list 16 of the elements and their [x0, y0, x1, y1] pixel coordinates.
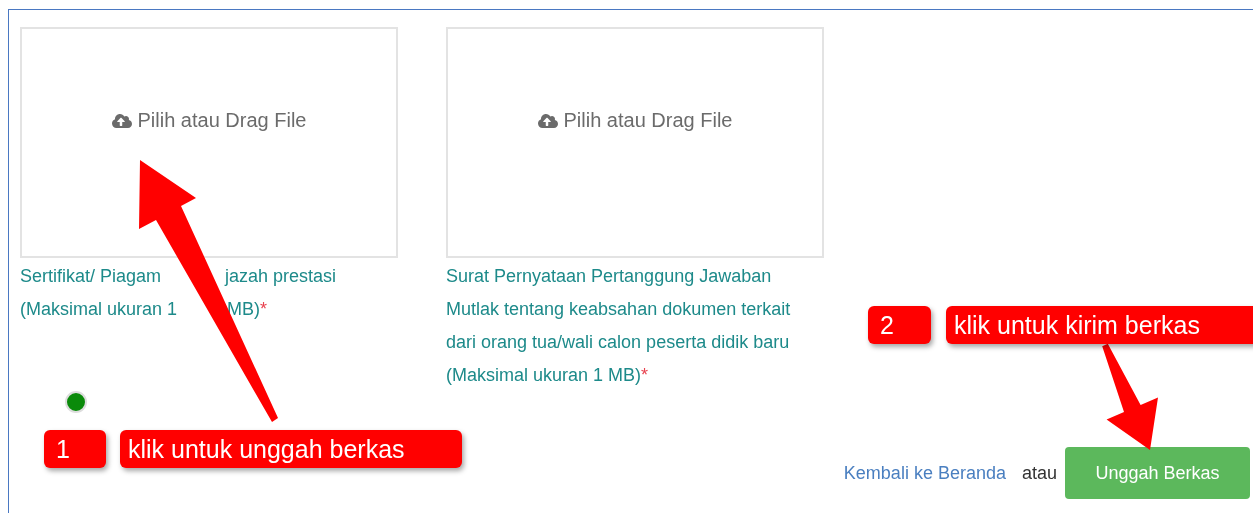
file-drop-zone[interactable]: Pilih atau Drag File [446, 27, 824, 258]
field-label: Sertifikat/ Piagam [20, 266, 162, 286]
back-link[interactable]: Kembali ke Beranda [843, 462, 1006, 484]
step-number-badge: 2 [868, 306, 931, 344]
drop-zone-prompt: Pilih atau Drag File [137, 109, 307, 132]
separator-text: atau [1021, 462, 1057, 484]
drop-zone-prompt: Pilih atau Drag File [563, 109, 733, 132]
step-number-badge: 1 [44, 430, 106, 468]
field-label: Surat Pernyataan Pertanggung Jawaban Mutlak tentang keabsahan dokumen terkait dari orang tua/wali calon peserta didik baru (Maksimal ukuran 1 MB)* [446, 265, 792, 387]
status-dot [65, 391, 87, 413]
callout-label: klik untuk unggah berkas [120, 430, 462, 468]
field-label: jazah prestasi [225, 266, 337, 286]
file-drop-zone[interactable]: Pilih atau Drag File [20, 27, 398, 258]
field-label: MB)* [227, 299, 268, 319]
field-label: (Maksimal ukuran 1 [20, 299, 178, 319]
callout-label: klik untuk kirim berkas [946, 306, 1253, 344]
